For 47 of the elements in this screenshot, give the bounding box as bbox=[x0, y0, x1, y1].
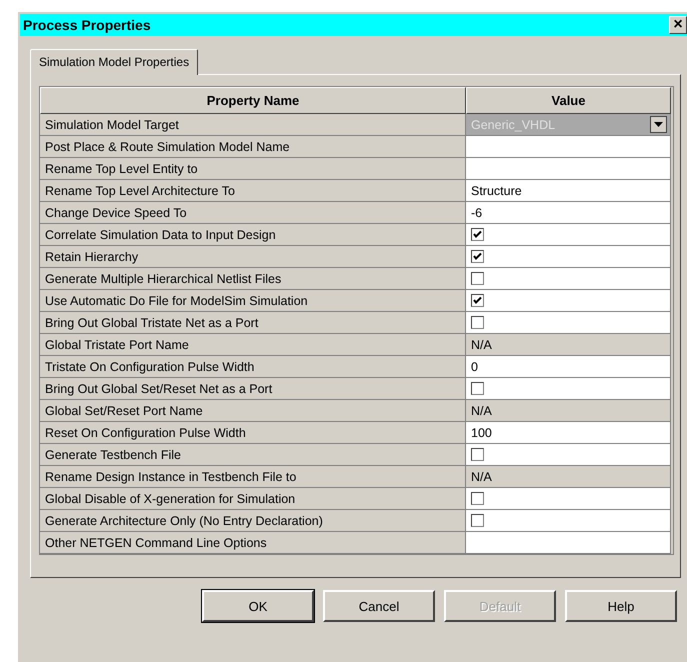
value-field[interactable]: N/A bbox=[466, 400, 671, 422]
property-name: Change Device Speed To bbox=[40, 202, 466, 224]
property-name: Generate Architecture Only (No Entry Declaration) bbox=[40, 510, 466, 532]
dialog-button[interactable]: Cancel bbox=[323, 590, 435, 622]
property-name: Bring Out Global Tristate Net as a Port bbox=[40, 312, 466, 334]
value-field[interactable]: 100 bbox=[466, 422, 671, 444]
checkbox[interactable] bbox=[471, 294, 484, 308]
property-name: Global Tristate Port Name bbox=[40, 334, 466, 356]
value-field[interactable] bbox=[466, 532, 671, 554]
checkbox[interactable] bbox=[471, 228, 484, 242]
property-name: Correlate Simulation Data to Input Design bbox=[40, 224, 466, 246]
property-name: Generate Testbench File bbox=[40, 444, 466, 466]
property-name: Global Set/Reset Port Name bbox=[40, 400, 466, 422]
tab[interactable]: Simulation Model Properties bbox=[30, 49, 198, 75]
value-field[interactable]: N/A bbox=[466, 466, 671, 488]
checkbox[interactable] bbox=[471, 492, 484, 506]
property-name: Rename Top Level Entity to bbox=[40, 158, 466, 180]
dialog-button[interactable]: Help bbox=[565, 590, 677, 622]
column-header: Value bbox=[466, 87, 671, 114]
value-field[interactable] bbox=[466, 136, 671, 158]
property-name: Retain Hierarchy bbox=[40, 246, 466, 268]
value-field[interactable] bbox=[466, 158, 671, 180]
property-name: Rename Design Instance in Testbench File to bbox=[40, 466, 466, 488]
column-header: Property Name bbox=[40, 87, 466, 114]
value-field[interactable]: Structure bbox=[466, 180, 671, 202]
property-name: Post Place & Route Simulation Model Name bbox=[40, 136, 466, 158]
property-name: Tristate On Configuration Pulse Width bbox=[40, 356, 466, 378]
checkbox[interactable] bbox=[471, 448, 484, 462]
value-field[interactable]: -6 bbox=[466, 202, 671, 224]
value-field[interactable]: N/A bbox=[466, 334, 671, 356]
property-name: Other NETGEN Command Line Options bbox=[40, 532, 466, 554]
property-name: Simulation Model Target bbox=[40, 114, 466, 136]
property-name: Bring Out Global Set/Reset Net as a Port bbox=[40, 378, 466, 400]
property-name: Reset On Configuration Pulse Width bbox=[40, 422, 466, 444]
checkbox[interactable] bbox=[471, 514, 484, 528]
checkbox[interactable] bbox=[471, 316, 484, 330]
property-name: Generate Multiple Hierarchical Netlist Files bbox=[40, 268, 466, 290]
window-title: Process Properties bbox=[22, 17, 151, 33]
close-button[interactable]: × bbox=[669, 16, 687, 34]
checkbox[interactable] bbox=[471, 272, 484, 286]
property-name: Global Disable of X-generation for Simulation bbox=[40, 488, 466, 510]
checkbox[interactable] bbox=[471, 250, 484, 264]
property-name: Rename Top Level Architecture To bbox=[40, 180, 466, 202]
value-field[interactable]: 0 bbox=[466, 356, 671, 378]
property-name: Use Automatic Do File for ModelSim Simulation bbox=[40, 290, 466, 312]
checkbox[interactable] bbox=[471, 382, 484, 396]
dialog-button[interactable]: OK bbox=[202, 590, 314, 622]
